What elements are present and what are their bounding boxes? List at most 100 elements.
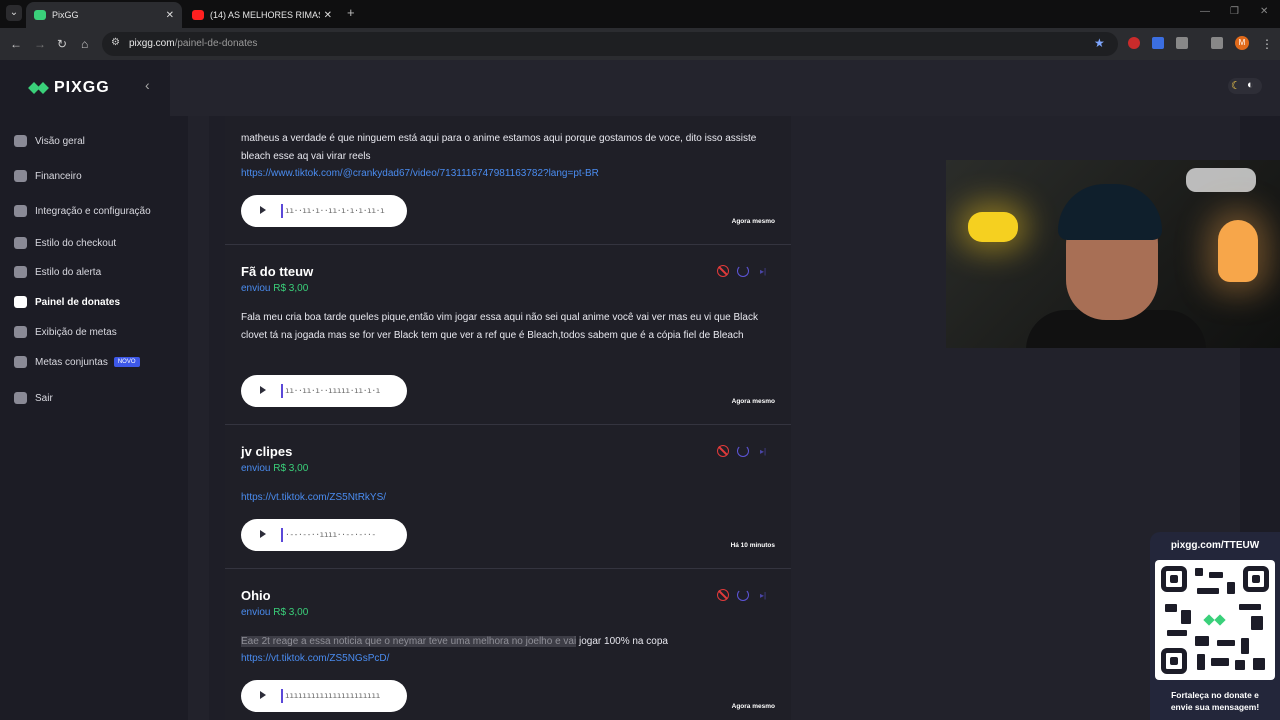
tab-title: PixGG [52,10,79,20]
donation-message: Eae 2t reage a essa noticia que o neymar… [241,636,668,647]
palette-icon [14,266,27,278]
streamer-cap [1058,184,1162,240]
bookmark-star-icon[interactable]: ★ [1094,36,1105,50]
pixgg-logo-icon [28,82,50,94]
extensions-puzzle-icon[interactable] [1176,37,1188,49]
donation-time: Há 10 minutos [730,542,775,549]
donation-message: Fala meu cria boa tarde queles pique,ent… [241,312,758,341]
donation-actions: ▸| [717,589,769,601]
playhead[interactable] [281,528,283,542]
site-info-icon[interactable]: ⚙ [111,37,120,48]
background-lamp [1218,220,1258,282]
replay-icon[interactable] [737,589,749,601]
close-window-icon[interactable]: ✕ [1260,6,1268,17]
audio-player[interactable]: ıı··ıı·ı··ııııı·ıı·ı·ı [241,375,407,407]
minimize-icon[interactable]: — [1200,6,1210,17]
donation-card: jv clipes enviou R$ 3,00 ▸| https://vt.t… [225,425,791,569]
sidebar-item-estilo-alerta[interactable]: Estilo do alerta [14,266,101,278]
donation-card: Fã do tteuw enviou R$ 3,00 ▸| Fala meu c… [225,245,791,425]
sidebar-item-metas-conjuntas[interactable]: Metas conjuntas NOVO [14,356,140,368]
audio-player[interactable]: ·--·--··ıııı··--·-··- [241,519,407,551]
sidebar [0,60,170,720]
sidebar-item-visao-geral[interactable]: Visão geral [14,135,85,147]
donor-name: Ohio [241,588,271,603]
donation-time: Agora mesmo [731,398,775,405]
waveform: ·--·--··ıııı··--·-··- [285,530,376,539]
browser-toolbar: ← → ↻ ⌂ ⚙ pixgg.com/painel-de-donates ★ … [0,28,1280,60]
megaphone-icon [14,296,27,308]
donor-name: jv clipes [241,444,293,459]
donation-amount: enviou R$ 3,00 [241,283,309,294]
donor-name: Fã do tteuw [241,264,314,279]
settings-doc-icon [14,205,27,217]
menu-kebab-icon[interactable]: ⋮ [1261,37,1273,51]
background-car [1186,168,1256,192]
reload-icon[interactable]: ↻ [57,37,67,51]
background-lamp [968,212,1018,242]
tab-youtube[interactable]: (14) AS MELHORES RIMAS DA I ✕ [184,2,340,28]
profile-avatar[interactable]: M [1235,36,1249,50]
sidebar-item-sair[interactable]: Sair [14,392,53,404]
waveform: ıı··ıı·ı··ıı·ı·ı·ı·ıı·ı [285,206,385,215]
wallet-icon [14,170,27,182]
audio-player[interactable]: ıııııııııııııııııııııı [241,680,407,712]
collapse-sidebar-icon[interactable]: ‹ [145,77,150,93]
url-text: pixgg.com/painel-de-donates [129,38,258,49]
replay-icon[interactable] [737,265,749,277]
donation-card: Ohio enviou R$ 3,00 ▸| Eae 2t reage a es… [225,569,791,720]
donation-actions: ▸| [717,445,769,457]
skip-icon[interactable]: ▸| [757,447,769,456]
donation-link[interactable]: https://vt.tiktok.com/ZS5NtRkYS/ [241,492,386,503]
playhead[interactable] [281,204,283,218]
close-tab-icon[interactable]: ✕ [324,10,332,21]
play-icon[interactable] [260,530,266,538]
star-icon [14,326,27,338]
dark-mode-icon: ◐ [1247,79,1254,91]
logout-icon [14,392,27,404]
selected-text[interactable]: Eae 2t reage a essa noticia que o neymar… [241,636,577,647]
playhead[interactable] [281,384,283,398]
theme-toggle[interactable]: ☾ ◐ [1228,78,1262,94]
tab-search-icon[interactable]: ⌄ [6,5,22,21]
close-tab-icon[interactable]: ✕ [166,10,174,21]
sidebar-item-integracao[interactable]: Integração e configuração [14,205,151,217]
donation-card: matheus a verdade é que ninguem está aqu… [225,116,791,245]
qr-footer: Fortaleça no donate e envie sua mensagem! [1170,690,1260,712]
home-icon [14,135,27,147]
block-icon[interactable] [717,445,729,457]
sidebar-item-estilo-checkout[interactable]: Estilo do checkout [14,237,116,249]
sidebar-item-painel-donates[interactable]: Painel de donates [14,296,120,308]
sidebar-item-financeiro[interactable]: Financeiro [14,170,82,182]
tab-pixgg[interactable]: PixGG ✕ [26,2,182,28]
restore-icon[interactable]: ❐ [1230,6,1239,17]
home-icon[interactable]: ⌂ [81,37,88,51]
qr-widget: pixgg.com/TTEUW Fortaleça no donate e env… [1150,532,1280,720]
play-icon[interactable] [260,386,266,394]
back-icon[interactable]: ← [10,37,22,51]
block-icon[interactable] [717,265,729,277]
forward-icon[interactable]: → [34,37,46,51]
donation-link[interactable]: https://www.tiktok.com/@crankydad67/vide… [241,168,599,179]
play-icon[interactable] [260,206,266,214]
extension-icon[interactable] [1128,37,1140,49]
pixgg-logo-icon [1201,612,1229,628]
playhead[interactable] [281,689,283,703]
new-tab-button[interactable]: + [347,5,355,20]
pixgg-logo[interactable]: PIXGG [28,79,110,97]
extension-icon[interactable] [1152,37,1164,49]
donation-time: Agora mesmo [731,218,775,225]
audio-player[interactable]: ıı··ıı·ı··ıı·ı·ı·ı·ıı·ı [241,195,407,227]
webcam-overlay [946,160,1280,348]
play-icon[interactable] [260,691,266,699]
skip-icon[interactable]: ▸| [757,267,769,276]
skip-icon[interactable]: ▸| [757,591,769,600]
block-icon[interactable] [717,589,729,601]
replay-icon[interactable] [737,445,749,457]
donation-link[interactable]: https://vt.tiktok.com/ZS5NGsPcD/ [241,653,389,664]
target-icon [14,356,27,368]
media-control-icon[interactable] [1211,37,1223,49]
palette-icon [14,237,27,249]
qr-code-icon [1155,560,1275,680]
sidebar-item-exibicao-metas[interactable]: Exibição de metas [14,326,117,338]
address-bar[interactable]: ⚙ pixgg.com/painel-de-donates ★ [102,32,1118,56]
